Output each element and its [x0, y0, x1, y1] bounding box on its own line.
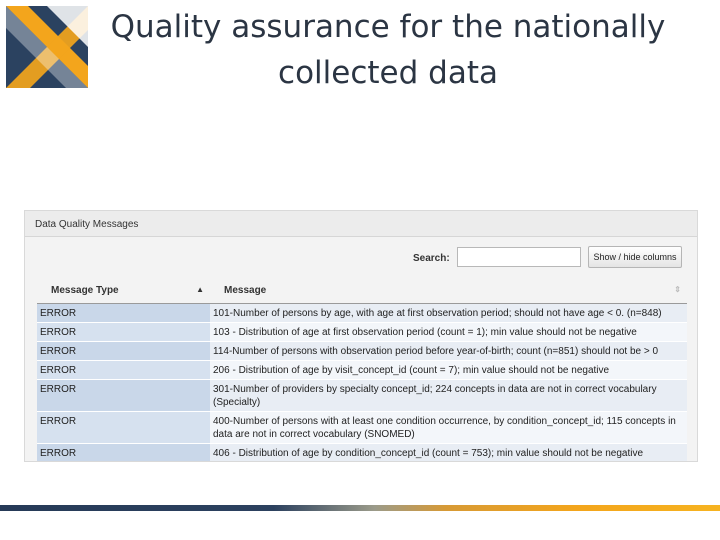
message-type-cell: ERROR — [37, 322, 210, 342]
table-header-row: Message Type ▲ Message ⇕ — [37, 279, 687, 304]
message-cell: 103 - Distribution of age at first obser… — [210, 322, 687, 342]
table-row[interactable]: ERROR 114-Number of persons with observa… — [37, 341, 687, 361]
message-type-cell: ERROR — [37, 341, 210, 361]
table-row[interactable]: ERROR 301-Number of providers by special… — [37, 379, 687, 412]
column-header-message-type[interactable]: Message Type ▲ — [37, 279, 210, 304]
message-type-cell: ERROR — [37, 360, 210, 380]
sort-ascending-icon: ▲ — [196, 285, 204, 294]
slide-title: Quality assurance for the nationally col… — [110, 9, 666, 91]
footer-gradient-bar — [0, 505, 720, 511]
message-cell: 114-Number of persons with observation p… — [210, 341, 687, 361]
data-quality-screenshot: Data Quality Messages Search: Show / hid… — [24, 210, 698, 462]
table-row[interactable]: ERROR 101-Number of persons by age, with… — [37, 303, 687, 323]
search-row: Search: Show / hide columns — [25, 245, 697, 271]
message-type-cell: ERROR — [37, 443, 210, 461]
table-row[interactable]: ERROR 206 - Distribution of age by visit… — [37, 360, 687, 380]
column-label: Message — [224, 285, 267, 297]
show-hide-columns-button[interactable]: Show / hide columns — [588, 246, 682, 268]
table-row[interactable]: ERROR 406 - Distribution of age by condi… — [37, 443, 687, 461]
message-cell: 301-Number of providers by specialty con… — [210, 379, 687, 412]
data-quality-table: Message Type ▲ Message ⇕ ERROR 101-Numbe… — [37, 279, 687, 461]
organization-logo — [6, 6, 88, 88]
message-cell: 400-Number of persons with at least one … — [210, 411, 687, 444]
column-header-message[interactable]: Message ⇕ — [210, 279, 687, 304]
sort-both-icon: ⇕ — [674, 285, 681, 294]
search-label: Search: — [413, 253, 450, 264]
message-type-cell: ERROR — [37, 379, 210, 412]
table-row[interactable]: ERROR 400-Number of persons with at leas… — [37, 411, 687, 444]
column-label: Message Type — [51, 285, 119, 297]
message-type-cell: ERROR — [37, 411, 210, 444]
table-row[interactable]: ERROR 103 - Distribution of age at first… — [37, 322, 687, 342]
message-cell: 406 - Distribution of age by condition_c… — [210, 443, 687, 461]
message-cell: 101-Number of persons by age, with age a… — [210, 303, 687, 323]
message-type-cell: ERROR — [37, 303, 210, 323]
message-cell: 206 - Distribution of age by visit_conce… — [210, 360, 687, 380]
panel-header: Data Quality Messages — [25, 211, 697, 237]
search-input[interactable] — [457, 247, 581, 267]
